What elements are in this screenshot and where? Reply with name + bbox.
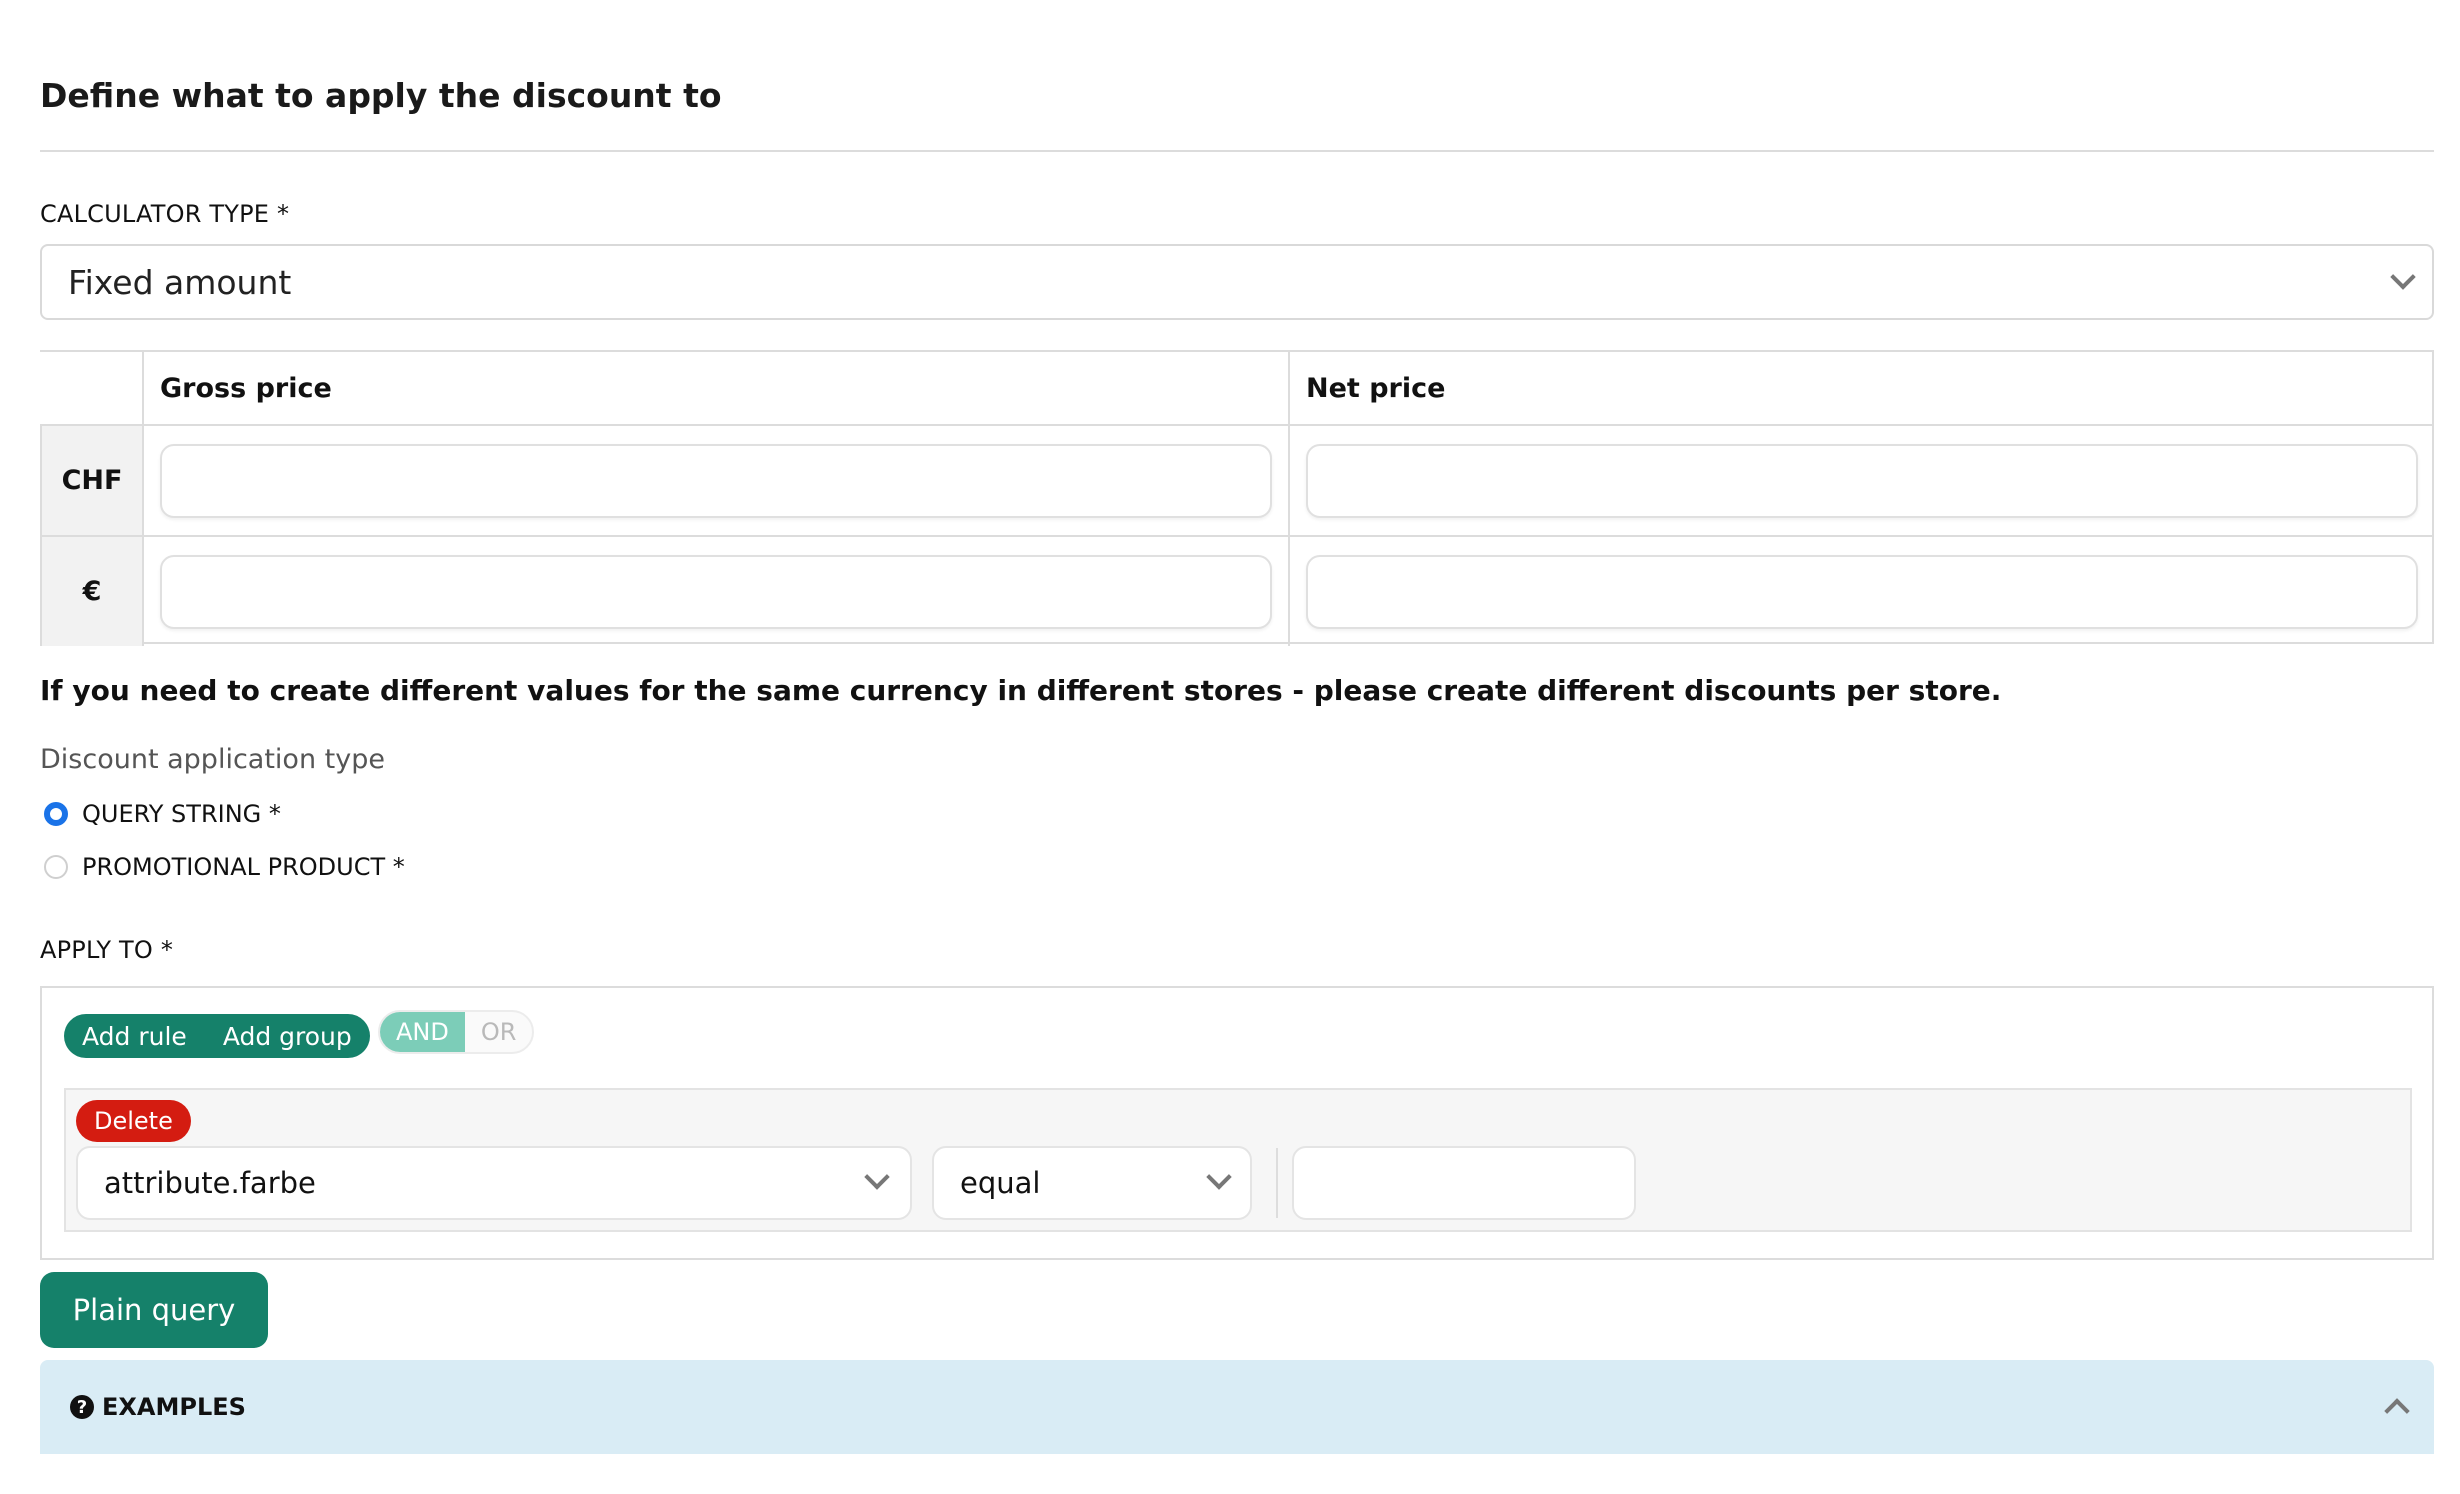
rule-field-select[interactable]: attribute.farbe (76, 1146, 912, 1220)
rule-operator-select[interactable]: equal (932, 1146, 1252, 1220)
apply-to-label: APPLY TO * (40, 936, 174, 964)
rule-divider (1276, 1148, 1278, 1218)
examples-panel-header[interactable]: ? EXAMPLES (40, 1360, 2434, 1454)
chevron-down-icon (864, 1164, 890, 1190)
add-group-button[interactable]: Add group (205, 1014, 370, 1058)
title-divider (40, 150, 2434, 152)
question-circle-icon: ? (70, 1395, 94, 1419)
radio-label-promotional-product: PROMOTIONAL PRODUCT * (82, 853, 405, 881)
chevron-down-icon (2390, 264, 2416, 290)
currency-label-chf: CHF (40, 424, 142, 535)
gross-price-input-chf[interactable] (160, 443, 1272, 518)
radio-promotional-product[interactable]: PROMOTIONAL PRODUCT * (44, 853, 405, 881)
or-toggle-button[interactable]: OR (465, 1012, 533, 1052)
net-price-cell-eur (1288, 535, 2434, 646)
net-price-cell-chf (1288, 424, 2434, 535)
rule-value-input[interactable] (1292, 1146, 1636, 1220)
add-rule-button[interactable]: Add rule (64, 1014, 205, 1058)
gross-price-cell-chf (142, 424, 1288, 535)
net-price-input-chf[interactable] (1306, 443, 2418, 518)
multi-store-notice: If you need to create different values f… (40, 674, 2002, 707)
query-builder: Add rule Add group AND OR Delete attribu… (40, 986, 2434, 1260)
currency-label-eur: € (40, 535, 142, 646)
rule-operator-value: equal (960, 1166, 1041, 1200)
discount-target-page: Define what to apply the discount to CAL… (0, 0, 2460, 1494)
price-table-corner (40, 352, 142, 424)
column-header-gross: Gross price (142, 352, 1288, 424)
calculator-type-value: Fixed amount (68, 262, 292, 302)
chevron-up-icon[interactable] (2384, 1398, 2410, 1424)
section-title: Define what to apply the discount to (40, 76, 722, 115)
rule-row: Delete attribute.farbe equal (64, 1088, 2412, 1232)
condition-toggle: AND OR (378, 1010, 535, 1054)
and-toggle-button[interactable]: AND (380, 1012, 465, 1052)
gross-price-input-eur[interactable] (160, 554, 1272, 629)
plain-query-button[interactable]: Plain query (40, 1272, 268, 1348)
column-header-net: Net price (1288, 352, 2434, 424)
net-price-input-eur[interactable] (1306, 554, 2418, 629)
rule-button-group: Add rule Add group (64, 1014, 370, 1058)
radio-label-query-string: QUERY STRING * (82, 800, 281, 828)
application-type-label: Discount application type (40, 744, 385, 775)
examples-label: EXAMPLES (102, 1393, 246, 1421)
calculator-type-select[interactable]: Fixed amount (40, 244, 2434, 320)
radio-button-checked[interactable] (44, 802, 68, 826)
rule-field-value: attribute.farbe (104, 1166, 316, 1200)
delete-rule-button[interactable]: Delete (76, 1100, 191, 1142)
radio-query-string[interactable]: QUERY STRING * (44, 800, 281, 828)
gross-price-cell-eur (142, 535, 1288, 646)
price-table: Gross price Net price CHF € (40, 350, 2434, 646)
radio-button-unchecked[interactable] (44, 855, 68, 879)
chevron-down-icon (1206, 1164, 1232, 1190)
calculator-type-label: CALCULATOR TYPE * (40, 200, 290, 228)
